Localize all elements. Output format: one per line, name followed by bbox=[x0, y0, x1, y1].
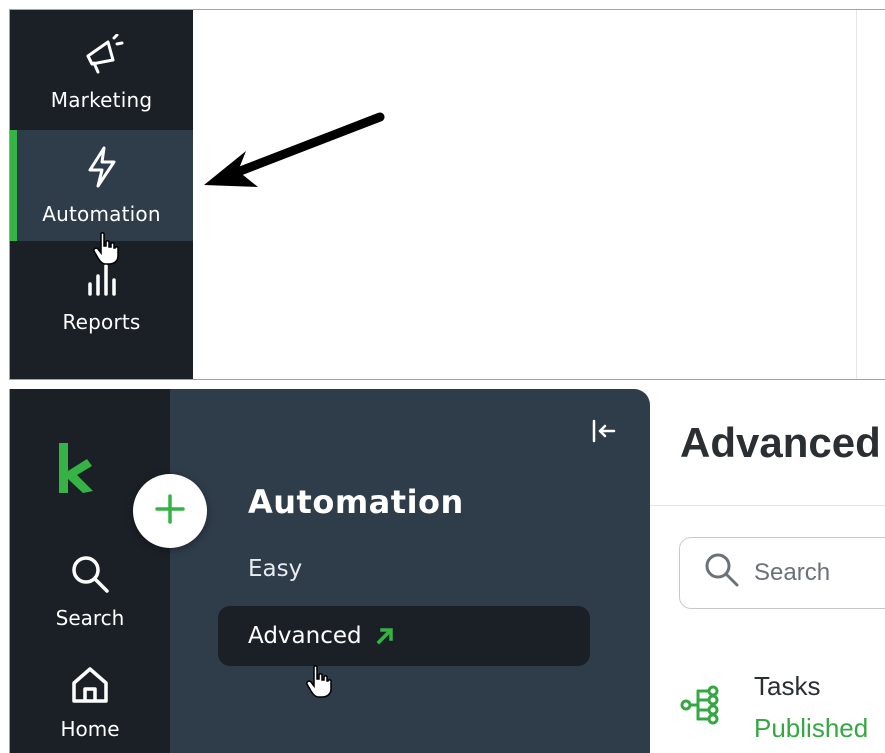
list-item[interactable]: Tasks Published bbox=[680, 669, 885, 753]
rail-item-label: Reports bbox=[62, 309, 141, 334]
search-placeholder: Search bbox=[754, 559, 831, 586]
menu-item-easy[interactable]: Easy bbox=[248, 556, 302, 582]
menu-item-label: Advanced bbox=[248, 623, 362, 649]
page-title: Advanced bbox=[680, 419, 881, 466]
search-input[interactable]: Search bbox=[679, 537, 885, 609]
top-screenshot-panel: Marketing Automation Reports bbox=[9, 9, 885, 380]
collapse-panel-icon[interactable] bbox=[590, 417, 618, 449]
search-icon bbox=[704, 552, 740, 595]
status-badge: Published bbox=[754, 713, 869, 743]
hand-cursor-icon bbox=[93, 232, 121, 270]
search-icon bbox=[70, 554, 110, 598]
rail-item-label: Search bbox=[55, 606, 125, 630]
rail-item-label: Home bbox=[60, 717, 120, 741]
home-icon bbox=[70, 665, 110, 709]
megaphone-icon bbox=[80, 33, 124, 78]
rail-item-search[interactable]: Search bbox=[10, 554, 170, 630]
workflow-icon bbox=[680, 685, 724, 729]
external-arrow-icon bbox=[376, 627, 394, 645]
rail-item-home[interactable]: Home bbox=[10, 665, 170, 741]
rail-item-label: Marketing bbox=[50, 87, 153, 112]
automation-flyout-menu: Search Home Automation Easy Advanced bbox=[10, 389, 650, 753]
menu-item-advanced[interactable]: Advanced bbox=[218, 606, 590, 666]
rail-item-label: Automation bbox=[42, 201, 161, 226]
side-rail: Search Home bbox=[10, 389, 170, 753]
bottom-screenshot-panel: Advanced Search Tasks Published Search H… bbox=[9, 389, 885, 753]
rail-item-automation[interactable]: Automation bbox=[10, 130, 193, 241]
flyout-title: Automation bbox=[248, 483, 464, 521]
add-button[interactable] bbox=[133, 474, 207, 548]
content-divider bbox=[856, 10, 857, 379]
annotation-arrow-icon bbox=[200, 105, 400, 199]
title-divider bbox=[650, 505, 885, 506]
side-rail: Marketing Automation Reports bbox=[10, 10, 193, 379]
lightning-bolt-icon bbox=[86, 146, 118, 192]
plus-icon bbox=[153, 492, 187, 530]
task-name: Tasks bbox=[754, 671, 821, 701]
keap-logo-icon bbox=[57, 441, 95, 501]
hand-cursor-icon bbox=[306, 665, 334, 703]
rail-item-marketing[interactable]: Marketing bbox=[10, 20, 193, 125]
